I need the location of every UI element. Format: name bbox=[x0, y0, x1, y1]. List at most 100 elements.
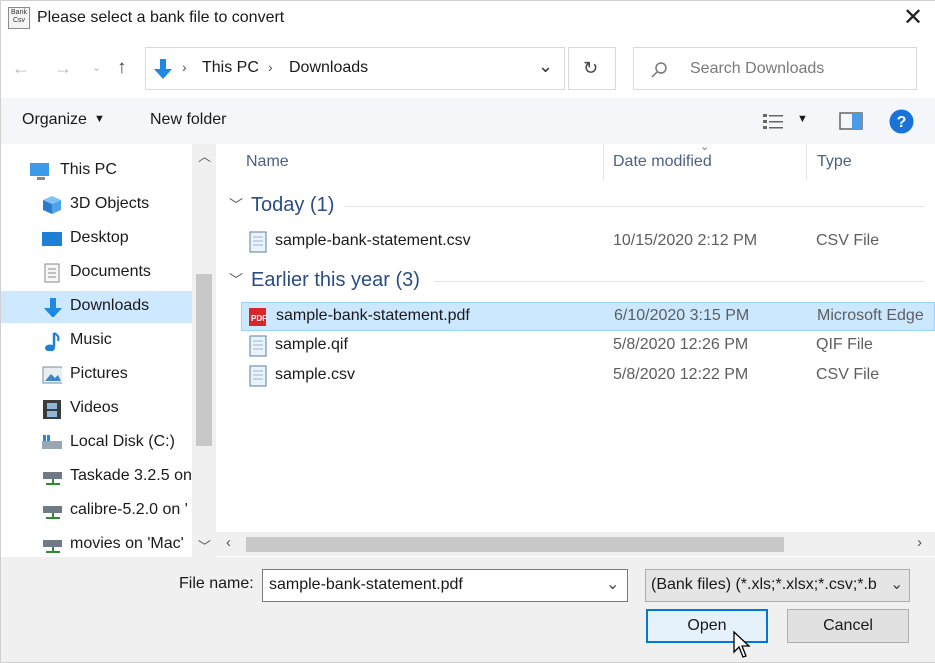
group-header-earlier[interactable]: Earlier this year (3) bbox=[251, 269, 420, 292]
nav-label: Downloads bbox=[70, 297, 150, 314]
nav-item-pictures[interactable]: Pictures bbox=[0, 359, 192, 391]
nav-item-movies[interactable]: movies on 'Mac' bbox=[0, 529, 192, 557]
preview-pane-icon[interactable] bbox=[839, 111, 863, 131]
file-row[interactable]: sample.qif 5/8/2020 12:26 PM QIF File bbox=[241, 332, 935, 360]
network-drive-icon bbox=[43, 472, 62, 485]
group-header-today[interactable]: Today (1) bbox=[251, 194, 334, 217]
address-bar[interactable]: › This PC › Downloads ⌄ bbox=[145, 47, 565, 90]
column-header-date[interactable]: Date modified bbox=[613, 153, 712, 171]
search-icon bbox=[651, 62, 667, 78]
nav-item-downloads[interactable]: Downloads bbox=[0, 291, 192, 323]
nav-item-desktop[interactable]: Desktop bbox=[0, 223, 192, 255]
breadcrumb-this-pc[interactable]: This PC bbox=[202, 59, 259, 77]
scroll-right-icon[interactable]: › bbox=[917, 534, 922, 551]
disk-icon bbox=[42, 435, 62, 449]
file-row[interactable]: sample.csv 5/8/2020 12:22 PM CSV File bbox=[241, 362, 935, 390]
nav-scrollbar[interactable]: ︿ ﹀ bbox=[192, 144, 216, 557]
navigation-pane: This PC 3D Objects Desktop Documents Dow… bbox=[0, 144, 216, 557]
file-name-dropdown-icon[interactable]: ⌄ bbox=[606, 574, 619, 594]
video-icon bbox=[43, 400, 61, 419]
file-row[interactable]: sample-bank-statement.csv 10/15/2020 2:1… bbox=[241, 228, 935, 256]
refresh-icon: ↻ bbox=[583, 58, 599, 78]
qif-file-icon bbox=[249, 335, 267, 357]
scroll-up-icon[interactable]: ︿ bbox=[198, 146, 211, 165]
document-icon bbox=[44, 263, 60, 283]
svg-text:PDF: PDF bbox=[251, 314, 266, 323]
new-folder-button[interactable]: New folder bbox=[150, 111, 226, 129]
download-arrow-icon bbox=[154, 59, 172, 79]
scroll-left-icon[interactable]: ‹ bbox=[226, 534, 231, 551]
csv-file-icon bbox=[249, 231, 267, 253]
column-header-name[interactable]: Name bbox=[246, 153, 289, 171]
nav-item-documents[interactable]: Documents bbox=[0, 257, 192, 289]
app-icon: Bank Csv bbox=[8, 7, 30, 29]
view-options-icon[interactable] bbox=[762, 111, 786, 131]
nav-scrollbar-thumb[interactable] bbox=[196, 274, 212, 446]
help-icon[interactable]: ? bbox=[889, 109, 914, 134]
address-dropdown-chevron-icon[interactable]: ⌄ bbox=[538, 56, 553, 77]
nav-item-videos[interactable]: Videos bbox=[0, 393, 192, 425]
file-name-field[interactable]: sample-bank-statement.pdf ⌄ bbox=[262, 569, 628, 602]
nav-label: Music bbox=[70, 331, 112, 348]
nav-label: Taskade 3.2.5 on bbox=[70, 467, 192, 484]
file-type-filter-select[interactable]: (Bank files) (*.xls;*.xlsx;*.csv;*.b ⌄ bbox=[645, 569, 910, 602]
organize-button[interactable]: Organize bbox=[22, 111, 87, 129]
nav-item-music[interactable]: Music bbox=[0, 325, 192, 357]
recent-locations-chevron-icon[interactable]: ⌄ bbox=[92, 61, 101, 74]
nav-label: calibre-5.2.0 on ' bbox=[70, 501, 188, 518]
column-divider[interactable] bbox=[603, 144, 604, 180]
nav-item-3d-objects[interactable]: 3D Objects bbox=[0, 189, 192, 221]
group-collapse-chevron-icon[interactable]: ﹀ bbox=[229, 270, 243, 290]
command-toolbar: Organize ▼ New folder ▼ ? bbox=[0, 98, 935, 144]
cube-icon bbox=[43, 196, 61, 214]
pictures-icon bbox=[42, 366, 62, 384]
organize-dropdown-icon[interactable]: ▼ bbox=[94, 113, 105, 125]
forward-arrow-icon[interactable]: → bbox=[54, 58, 72, 79]
csv-file-icon bbox=[249, 365, 267, 387]
nav-label: Desktop bbox=[70, 229, 129, 246]
download-icon bbox=[44, 298, 62, 317]
up-arrow-icon[interactable]: ↑ bbox=[117, 57, 127, 79]
sort-indicator-icon: ⌄ bbox=[700, 141, 710, 153]
file-type: Microsoft Edge bbox=[817, 307, 924, 324]
nav-label: This PC bbox=[60, 161, 117, 178]
refresh-button[interactable]: ↻ bbox=[568, 47, 616, 90]
breadcrumb-downloads[interactable]: Downloads bbox=[289, 59, 368, 77]
nav-item-calibre[interactable]: calibre-5.2.0 on ' bbox=[0, 495, 192, 527]
search-input[interactable]: Search Downloads bbox=[633, 47, 917, 90]
music-icon bbox=[45, 332, 60, 351]
file-type: CSV File bbox=[816, 366, 880, 383]
nav-item-local-disk[interactable]: Local Disk (C:) bbox=[0, 427, 192, 459]
nav-label: Documents bbox=[70, 263, 151, 280]
group-divider bbox=[345, 206, 925, 207]
nav-item-this-pc[interactable]: This PC bbox=[0, 155, 192, 187]
desktop-icon bbox=[42, 232, 62, 246]
file-row-selected[interactable]: PDF sample-bank-statement.pdf 6/10/2020 … bbox=[241, 302, 935, 331]
back-arrow-icon[interactable]: ← bbox=[12, 58, 30, 79]
filter-value: (Bank files) (*.xls;*.xlsx;*.csv;*.b bbox=[651, 576, 877, 593]
file-name: sample-bank-statement.csv bbox=[275, 232, 471, 249]
dialog-footer: File name: sample-bank-statement.pdf ⌄ (… bbox=[0, 557, 935, 662]
file-name: sample-bank-statement.pdf bbox=[276, 307, 470, 324]
nav-label: Pictures bbox=[70, 365, 128, 382]
close-icon[interactable]: ✕ bbox=[900, 6, 926, 32]
view-dropdown-icon[interactable]: ▼ bbox=[797, 113, 808, 125]
file-name: sample.csv bbox=[275, 366, 356, 383]
pdf-file-icon: PDF bbox=[249, 308, 266, 326]
file-date: 10/15/2020 2:12 PM bbox=[613, 232, 758, 249]
nav-label: 3D Objects bbox=[70, 195, 150, 212]
group-collapse-chevron-icon[interactable]: ﹀ bbox=[229, 195, 243, 215]
file-name: sample.qif bbox=[275, 336, 348, 353]
cancel-button[interactable]: Cancel bbox=[787, 609, 909, 643]
window-title: Please select a bank file to convert bbox=[37, 9, 285, 26]
column-header-type[interactable]: Type bbox=[817, 153, 852, 171]
column-divider[interactable] bbox=[806, 144, 807, 180]
scroll-down-icon[interactable]: ﹀ bbox=[198, 536, 211, 555]
horizontal-scrollbar[interactable]: ‹ › bbox=[216, 532, 935, 556]
network-drive-icon bbox=[43, 540, 62, 553]
network-drive-icon bbox=[43, 506, 62, 519]
nav-item-taskade[interactable]: Taskade 3.2.5 on bbox=[0, 461, 192, 493]
horizontal-scrollbar-thumb[interactable] bbox=[246, 537, 784, 552]
title-bar: Bank Csv Please select a bank file to co… bbox=[0, 0, 935, 38]
filter-dropdown-icon: ⌄ bbox=[890, 576, 904, 593]
